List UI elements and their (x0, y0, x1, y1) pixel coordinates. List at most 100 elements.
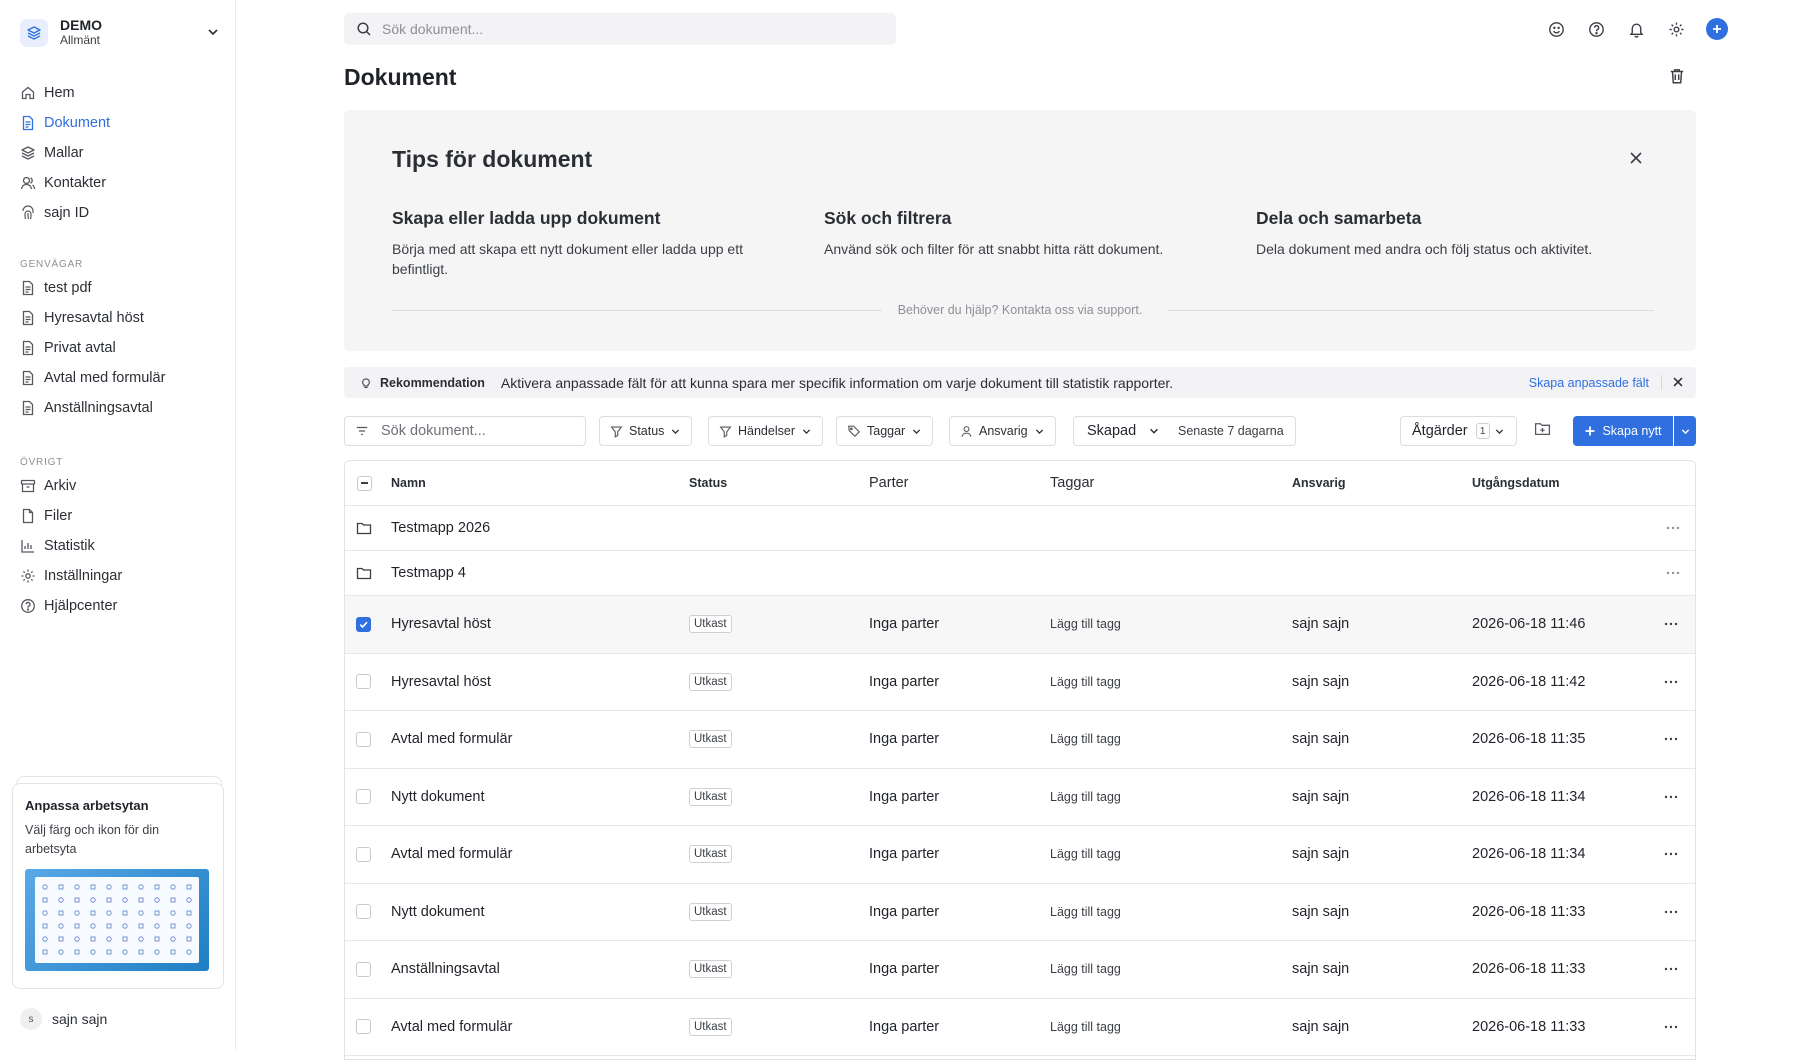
add-tag-button[interactable]: Lägg till tagg (1050, 884, 1121, 941)
bell-icon[interactable] (1626, 19, 1646, 39)
expiry-date: 2026-06-18 11:33 (1472, 1018, 1586, 1035)
sidebar-item-contacts[interactable]: Kontakter (20, 168, 220, 198)
close-icon[interactable] (1628, 150, 1644, 166)
folder-row[interactable]: Testmapp 2026 (345, 506, 1695, 551)
shortcut-item[interactable]: Anställningsavtal (20, 393, 220, 423)
events-filter-button[interactable]: Händelser (708, 416, 823, 446)
folder-name[interactable]: Testmapp 2026 (391, 506, 490, 550)
table-row[interactable]: Avtal med formulär Utkast Inga parter Lägg … (345, 826, 1695, 884)
add-tag-button[interactable]: Lägg till tagg (1050, 826, 1121, 883)
table-row[interactable]: Hyresavtal höst Utkast Inga parter Lägg til… (345, 596, 1695, 654)
customize-workspace-card[interactable]: Anpassa arbetsytan Välj färg och ikon fö… (12, 783, 224, 989)
document-name[interactable]: Hyresavtal höst (391, 596, 491, 653)
status-filter-button[interactable]: Status (599, 416, 693, 446)
sidebar-item-settings[interactable]: Inställningar (20, 561, 220, 591)
column-header-name[interactable]: Namn (391, 461, 426, 505)
add-tag-button[interactable]: Lägg till tagg (1050, 999, 1121, 1056)
document-name[interactable]: Avtal med formulär (391, 999, 512, 1056)
created-filter-button[interactable]: Skapad (1073, 416, 1175, 446)
document-name[interactable]: Avtal med formulär (391, 711, 512, 768)
folder-name[interactable]: Testmapp 4 (391, 551, 466, 595)
column-header-status[interactable]: Status (689, 461, 727, 505)
top-actions (1526, 18, 1728, 40)
document-name[interactable]: Anställningsavtal (391, 941, 500, 998)
more-icon[interactable] (1663, 826, 1679, 883)
more-icon[interactable] (1663, 999, 1679, 1056)
global-search[interactable] (344, 13, 896, 45)
document-name[interactable]: Avtal med formulär (391, 826, 512, 883)
sidebar-item-sajn-id[interactable]: sajn ID (20, 198, 220, 228)
create-custom-fields-link[interactable]: Skapa anpassade fält (1529, 376, 1649, 390)
created-range-chip[interactable]: Senaste 7 dagarna (1167, 416, 1296, 446)
sidebar-item-home[interactable]: Hem (20, 78, 220, 108)
more-icon[interactable] (1665, 551, 1681, 595)
sidebar-item-statistics[interactable]: Statistik (20, 531, 220, 561)
tags-filter-button[interactable]: Taggar (836, 416, 934, 446)
column-header-expiry[interactable]: Utgångsdatum (1472, 461, 1560, 505)
row-checkbox[interactable] (356, 904, 371, 920)
sidebar-item-label: Statistik (44, 538, 95, 554)
folder-row[interactable]: Testmapp 4 (345, 551, 1695, 596)
owner-filter-button[interactable]: Ansvarig (949, 416, 1056, 446)
chevron-down-icon[interactable] (206, 25, 220, 39)
document-name[interactable]: Hyresavtal höst (391, 654, 491, 711)
column-header-owner[interactable]: Ansvarig (1292, 461, 1346, 505)
table-row[interactable]: Avtal med formulär Utkast Inga parter Lägg … (345, 999, 1695, 1056)
add-tag-button[interactable]: Lägg till tagg (1050, 654, 1121, 711)
sidebar-item-archive[interactable]: Arkiv (20, 471, 220, 501)
document-search-input[interactable] (381, 423, 571, 439)
support-hint[interactable]: Behöver du hjälp? Kontakta oss via suppo… (344, 303, 1696, 317)
user-menu[interactable]: s sajn sajn (20, 1008, 107, 1030)
table-row[interactable]: Avtal med formulär Utkast Inga parter Lägg … (345, 711, 1695, 769)
table-row[interactable]: Hyresavtal höst Utkast Inga parter Lägg til… (345, 654, 1695, 711)
more-icon[interactable] (1663, 941, 1679, 998)
row-checkbox[interactable] (356, 674, 371, 690)
trash-icon[interactable] (1668, 67, 1686, 85)
close-icon[interactable] (1671, 375, 1685, 389)
sidebar-item-templates[interactable]: Mallar (20, 138, 220, 168)
smiley-icon[interactable] (1546, 19, 1566, 39)
shortcut-item[interactable]: test pdf (20, 273, 220, 303)
table-row[interactable]: Nytt dokument Utkast Inga parter Lägg till … (345, 769, 1695, 826)
sidebar-item-help-center[interactable]: Hjälpcenter (20, 591, 220, 621)
gear-icon[interactable] (1666, 19, 1686, 39)
shortcut-item[interactable]: Privat avtal (20, 333, 220, 363)
plus-icon[interactable] (1706, 18, 1728, 40)
more-icon[interactable] (1663, 654, 1679, 711)
row-checkbox[interactable] (356, 731, 371, 747)
more-icon[interactable] (1663, 596, 1679, 653)
document-name[interactable]: Nytt dokument (391, 884, 485, 941)
row-checkbox[interactable] (356, 616, 371, 632)
create-new-dropdown[interactable] (1674, 416, 1696, 446)
global-search-input[interactable] (382, 21, 862, 37)
document-search[interactable] (344, 416, 586, 446)
shortcut-item[interactable]: Avtal med formulär (20, 363, 220, 393)
more-icon[interactable] (1663, 884, 1679, 941)
help-icon[interactable] (1586, 19, 1606, 39)
table-row[interactable]: Nytt dokument Utkast Inga parter Lägg till … (345, 884, 1695, 941)
folder-plus-icon[interactable] (1534, 420, 1551, 437)
add-tag-button[interactable]: Lägg till tagg (1050, 941, 1121, 998)
row-checkbox[interactable] (356, 789, 371, 805)
select-all-checkbox[interactable] (357, 475, 372, 491)
more-icon[interactable] (1663, 769, 1679, 826)
main-nav: Hem Dokument Mallar Kontakter sajn ID (20, 78, 220, 228)
add-tag-button[interactable]: Lägg till tagg (1050, 596, 1121, 653)
add-tag-button[interactable]: Lägg till tagg (1050, 769, 1121, 826)
row-checkbox[interactable] (356, 961, 371, 977)
create-new-button[interactable]: Skapa nytt (1573, 416, 1673, 446)
more-icon[interactable] (1663, 711, 1679, 768)
more-icon[interactable] (1665, 506, 1681, 550)
sidebar-item-files[interactable]: Filer (20, 501, 220, 531)
column-header-tags[interactable]: Taggar (1050, 461, 1094, 505)
sidebar-item-documents[interactable]: Dokument (20, 108, 220, 138)
document-name[interactable]: Nytt dokument (391, 769, 485, 826)
add-tag-button[interactable]: Lägg till tagg (1050, 711, 1121, 768)
workspace-switcher[interactable]: DEMO Allmänt (20, 14, 220, 52)
row-checkbox[interactable] (356, 846, 371, 862)
table-row[interactable]: Anställningsavtal Utkast Inga parter Lägg t… (345, 941, 1695, 999)
column-header-parties[interactable]: Parter (869, 461, 909, 505)
actions-dropdown[interactable]: Åtgärder 1 (1400, 416, 1517, 446)
row-checkbox[interactable] (356, 1019, 371, 1035)
shortcut-item[interactable]: Hyresavtal höst (20, 303, 220, 333)
